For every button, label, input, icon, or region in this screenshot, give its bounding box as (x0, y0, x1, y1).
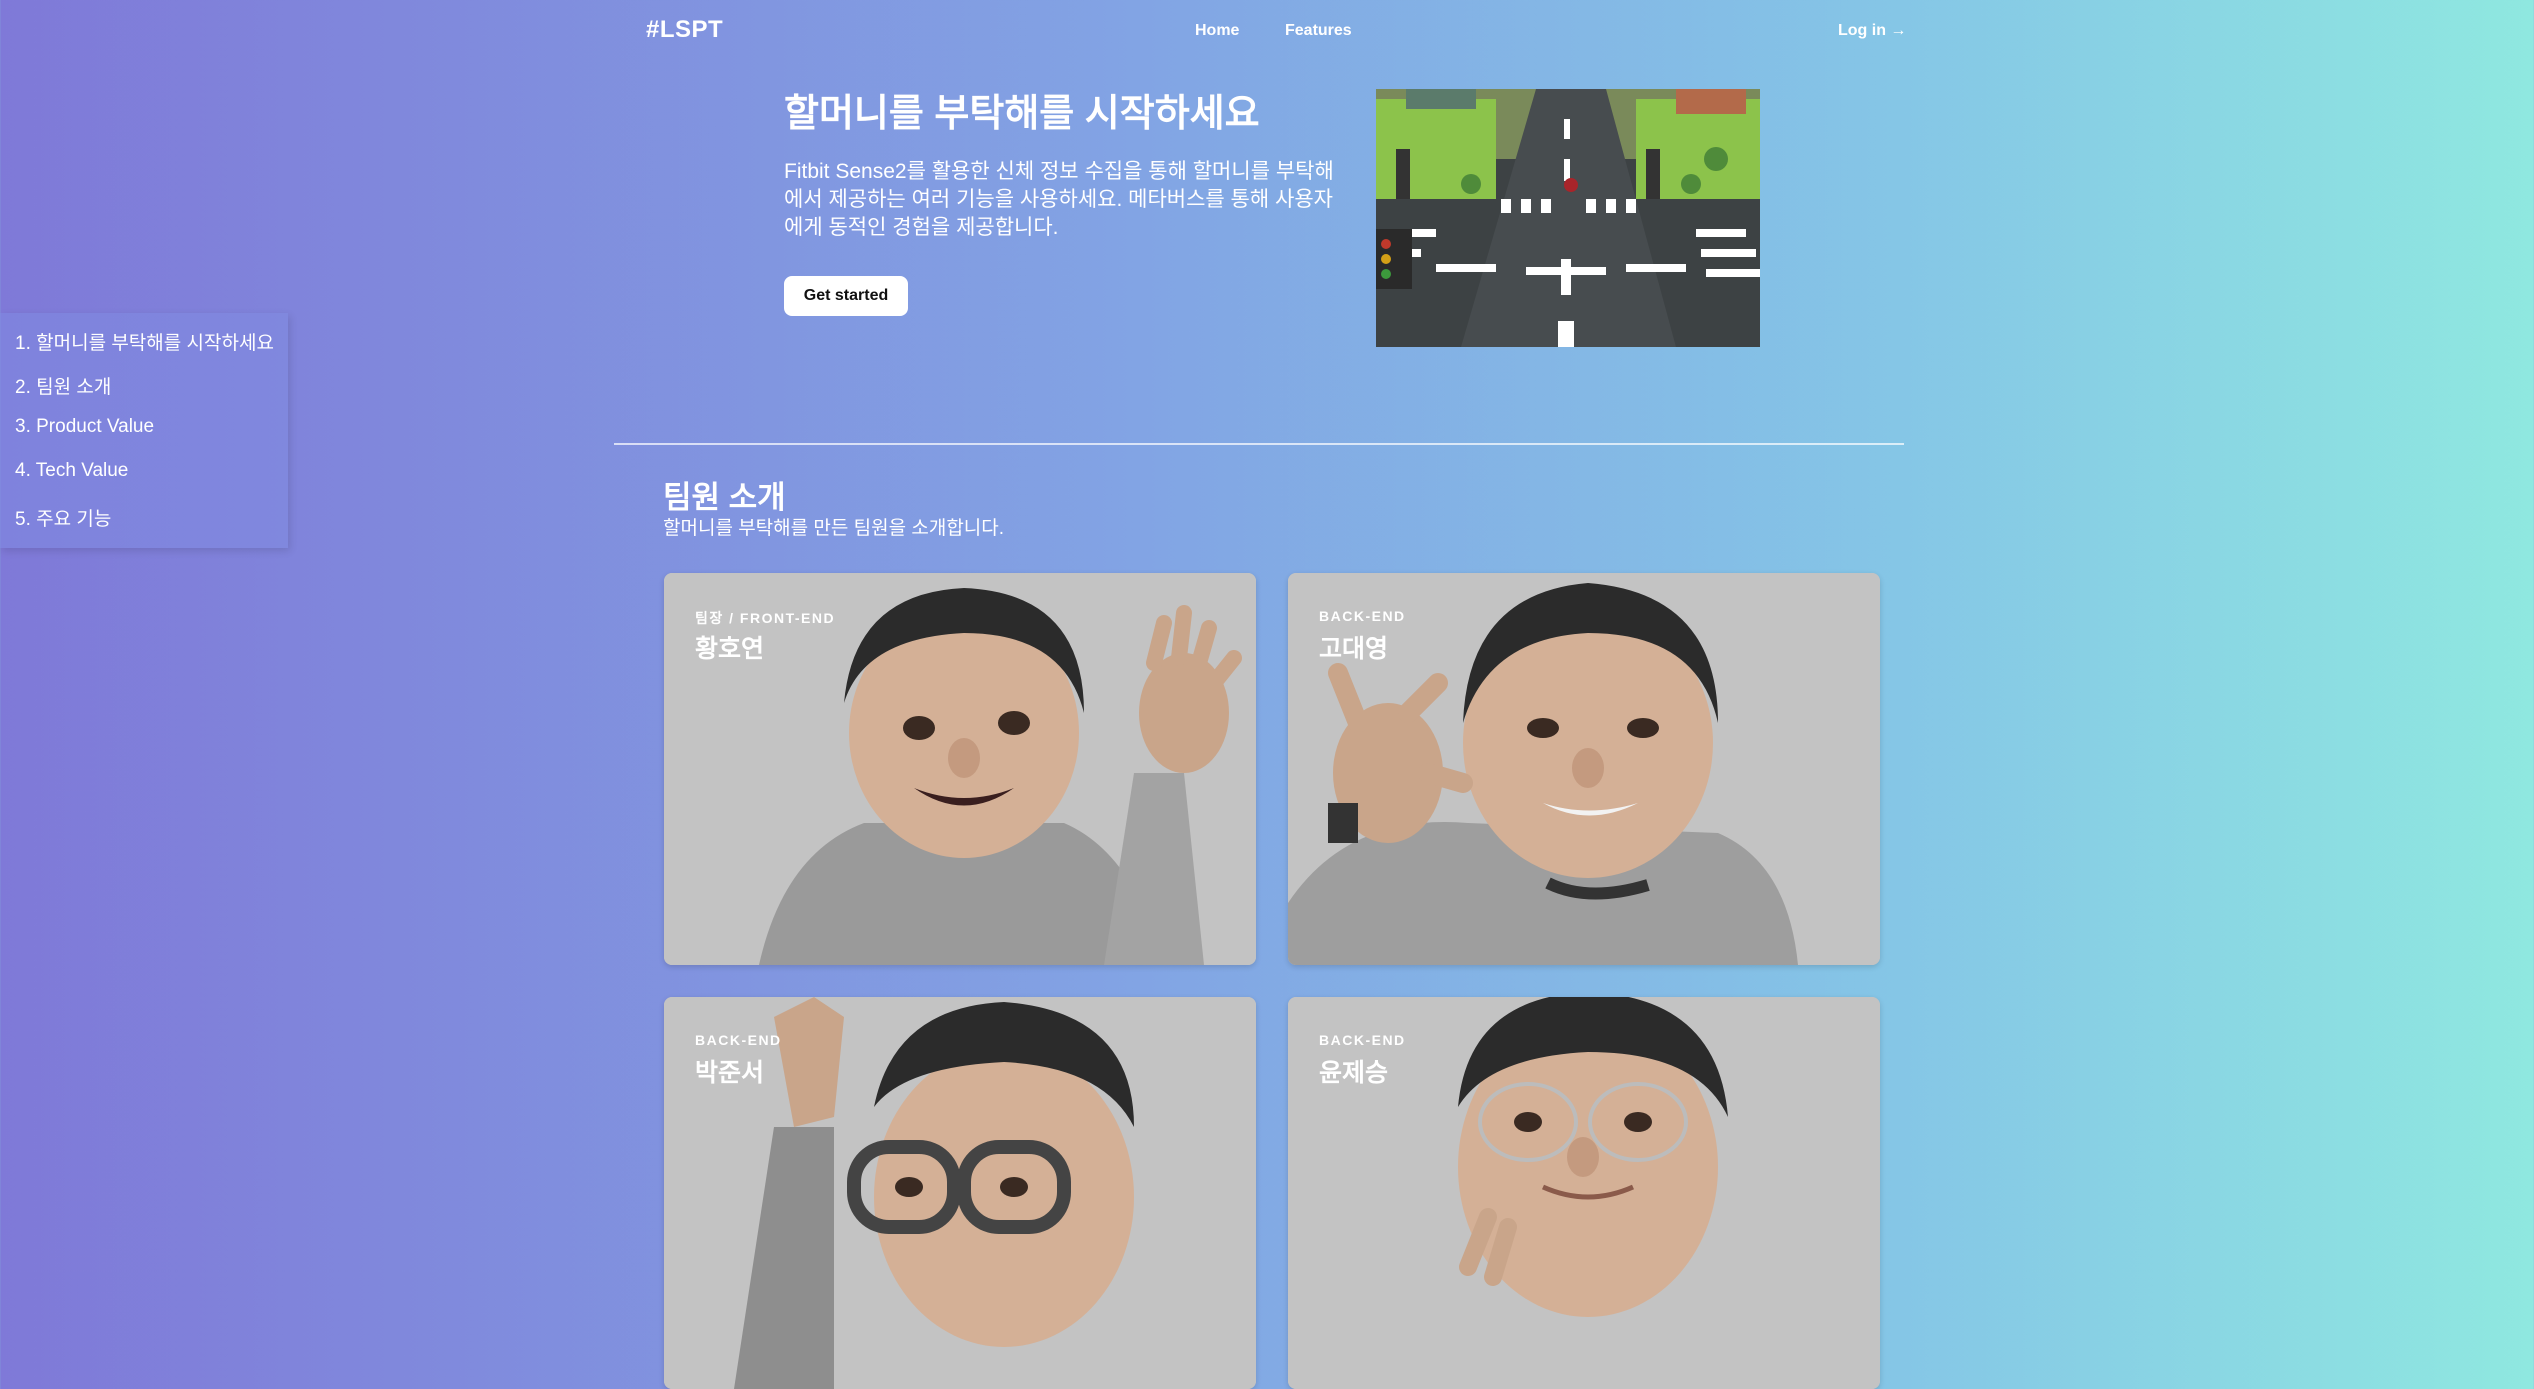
toc-item-tech-value[interactable]: 4. Tech Value (15, 460, 128, 482)
toc-item-team[interactable]: 2. 팀원 소개 (15, 372, 111, 399)
member-name: 윤제승 (1319, 1059, 1389, 1087)
member-name: 박준서 (695, 1059, 765, 1087)
toc-item-product-value[interactable]: 3. Product Value (15, 416, 154, 438)
nav-link-home[interactable]: Home (1195, 22, 1239, 40)
team-member-card[interactable]: BACK-END 고대영 (1288, 573, 1880, 965)
toc-item-start[interactable]: 1. 할머니를 부탁해를 시작하세요 (15, 328, 274, 355)
member-role: BACK-END (1319, 608, 1406, 624)
toc-item-features[interactable]: 5. 주요 기능 (15, 504, 111, 531)
team-member-card[interactable]: 팀장 / FRONT-END 황호연 (664, 573, 1256, 965)
table-of-contents: 1. 할머니를 부탁해를 시작하세요 2. 팀원 소개 3. Product V… (0, 313, 288, 548)
member-name: 고대영 (1319, 635, 1389, 663)
nav-link-features[interactable]: Features (1285, 22, 1352, 40)
hero-title: 할머니를 부탁해를 시작하세요 (784, 93, 1260, 135)
member-role: 팀장 / FRONT-END (695, 610, 836, 626)
top-navbar: #LSPT Home Features Log in → (0, 0, 2534, 64)
get-started-button[interactable]: Get started (784, 276, 908, 316)
hero-description: Fitbit Sense2를 활용한 신체 정보 수집을 통해 할머니를 부탁해… (784, 160, 1334, 239)
team-member-card[interactable]: BACK-END 박준서 (664, 997, 1256, 1389)
logo[interactable]: #LSPT (646, 16, 723, 44)
login-link[interactable]: Log in → (1838, 22, 1906, 40)
team-section-subtitle: 할머니를 부탁해를 만든 팀원을 소개합니다. (663, 518, 1005, 539)
member-name: 황호연 (695, 635, 765, 663)
member-role: BACK-END (695, 1032, 782, 1048)
team-member-card[interactable]: BACK-END 윤제승 (1288, 997, 1880, 1389)
team-section-title: 팀원 소개 (663, 480, 786, 515)
metaverse-street-image (1376, 89, 1760, 347)
section-divider (614, 443, 1904, 445)
member-role: BACK-END (1319, 1032, 1406, 1048)
